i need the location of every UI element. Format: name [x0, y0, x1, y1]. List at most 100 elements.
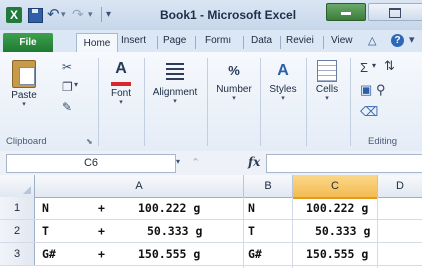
chevron-down-icon: ▾: [232, 95, 236, 102]
excel-icon[interactable]: X: [6, 7, 22, 23]
tab-data[interactable]: Data: [251, 35, 272, 46]
cells-label: Cells: [315, 84, 339, 95]
chevron-down-icon[interactable]: ▾: [372, 61, 376, 70]
row-header[interactable]: 2: [0, 220, 35, 242]
paste-label: Paste: [11, 90, 37, 101]
chevron-down-icon: ▾: [119, 99, 123, 106]
cell-b[interactable]: N: [248, 197, 255, 219]
chevron-down-icon: ▾: [325, 95, 329, 102]
format-painter-icon[interactable]: ✎: [62, 100, 72, 114]
save-icon[interactable]: [28, 8, 43, 23]
styles-icon: A: [277, 62, 289, 79]
cell-a-operator[interactable]: +: [98, 243, 105, 265]
group-divider: [350, 58, 351, 146]
chevron-down-icon: ▾: [173, 98, 177, 105]
find-select-icon[interactable]: ⚲: [376, 82, 386, 98]
chevron-down-icon: ▾: [281, 95, 285, 102]
chevron-down-icon: ▾: [22, 101, 26, 108]
editing-group-label: Editing: [368, 136, 398, 147]
cell-a-symbol[interactable]: N: [42, 197, 49, 219]
tab-divider: [280, 36, 281, 49]
number-button[interactable]: % Number ▾: [210, 60, 258, 103]
cells-icon: [317, 60, 337, 82]
group-divider: [144, 58, 145, 146]
column-headers: A B C D: [0, 175, 422, 199]
ribbon-home: Paste ▾ ✂ ❐ ▾ ✎ Clipboard ⬊ A Font ▾ Ali…: [0, 52, 422, 152]
styles-button[interactable]: A Styles ▾: [262, 60, 304, 103]
tab-divider: [195, 36, 196, 49]
dialog-launcher-icon[interactable]: ⬊: [86, 137, 93, 146]
cells-button[interactable]: Cells ▾: [308, 60, 346, 103]
alignment-label: Alignment: [152, 87, 198, 98]
tab-review[interactable]: Reviei: [286, 35, 314, 46]
group-divider: [207, 58, 208, 146]
group-divider: [306, 58, 307, 146]
fill-icon[interactable]: ▣: [360, 82, 372, 98]
column-header-b[interactable]: B: [244, 175, 293, 197]
row-header[interactable]: 1: [0, 197, 35, 219]
cut-icon[interactable]: ✂: [62, 60, 72, 74]
tab-divider: [323, 36, 324, 49]
ribbon-minimize-icon[interactable]: △: [368, 34, 376, 47]
percent-icon: %: [228, 63, 240, 78]
table-row: 1 N + 100.222 g N 100.222 g: [0, 197, 422, 220]
maximize-icon[interactable]: [368, 3, 422, 21]
undo-icon[interactable]: ↶: [47, 5, 60, 23]
customize-qat-icon[interactable]: ▾: [106, 9, 111, 20]
tab-home[interactable]: Home: [76, 33, 118, 53]
column-header-c[interactable]: C: [293, 175, 378, 199]
number-label: Number: [216, 84, 252, 95]
cell-a-operator[interactable]: +: [98, 197, 105, 219]
insert-function-icon[interactable]: fx: [248, 155, 260, 169]
table-row: 3 G# + 150.555 g G# 150.555 g: [0, 243, 422, 266]
copy-icon[interactable]: ❐: [62, 80, 73, 94]
cell-a-value[interactable]: 100.222 g: [138, 197, 200, 219]
cell-a-value[interactable]: 150.555 g: [138, 243, 200, 265]
group-divider: [98, 58, 99, 146]
paste-icon: [12, 60, 36, 88]
column-header-d[interactable]: D: [378, 175, 422, 197]
autosum-icon[interactable]: Σ: [360, 60, 368, 75]
redo-icon[interactable]: ↷: [72, 6, 84, 23]
cell-a-symbol[interactable]: G#: [42, 243, 56, 265]
cell-b[interactable]: G#: [248, 243, 262, 265]
font-color-icon: A: [111, 60, 131, 86]
copy-dropdown-icon[interactable]: ▾: [74, 80, 78, 89]
help-icon[interactable]: ?: [391, 34, 404, 47]
title-bar: X ↶ ▾ ↷ ▾ ▾ Book1 - Microsoft Excel: [0, 0, 422, 31]
styles-label: Styles: [269, 84, 297, 95]
cell-a-symbol[interactable]: T: [42, 220, 49, 242]
cell-c[interactable]: 100.222 g: [306, 197, 368, 219]
clear-icon[interactable]: ⌫: [360, 104, 378, 120]
sort-filter-icon[interactable]: ⇅: [384, 58, 395, 74]
window-title: Book1 - Microsoft Excel: [160, 8, 297, 22]
name-box[interactable]: C6: [6, 154, 176, 173]
chevron-down-icon[interactable]: ▾: [176, 157, 180, 166]
select-all-corner[interactable]: [0, 175, 35, 197]
redo-dropdown-icon[interactable]: ▾: [88, 9, 93, 20]
tab-formulas[interactable]: Formı: [205, 35, 231, 46]
qat-divider: [101, 7, 102, 22]
cell-c[interactable]: 50.333 g: [315, 220, 370, 242]
formula-bar: C6 ▾ ⌃ fx: [0, 151, 422, 176]
formula-input[interactable]: [266, 154, 422, 173]
undo-dropdown-icon[interactable]: ▾: [61, 9, 66, 20]
font-button[interactable]: A Font ▾: [101, 60, 141, 107]
row-header[interactable]: 3: [0, 243, 35, 265]
tab-file[interactable]: File: [3, 33, 53, 52]
minimize-icon[interactable]: [326, 3, 366, 21]
cell-a-value[interactable]: 50.333 g: [147, 220, 202, 242]
paste-button[interactable]: Paste ▾: [6, 60, 42, 109]
cell-c[interactable]: 150.555 g: [306, 243, 368, 265]
tab-page-layout[interactable]: Page: [163, 35, 186, 46]
tab-divider: [157, 36, 158, 49]
cell-a-operator[interactable]: +: [98, 220, 105, 242]
formula-cancel-icon[interactable]: ⌃: [191, 156, 200, 169]
cell-b[interactable]: T: [248, 220, 255, 242]
clipboard-group-label: Clipboard: [6, 136, 47, 147]
tab-insert[interactable]: Insert: [121, 35, 146, 46]
more-icon[interactable]: ▾: [409, 33, 415, 46]
alignment-button[interactable]: Alignment ▾: [146, 60, 204, 106]
tab-view[interactable]: View: [331, 35, 353, 46]
column-header-a[interactable]: A: [35, 175, 244, 197]
